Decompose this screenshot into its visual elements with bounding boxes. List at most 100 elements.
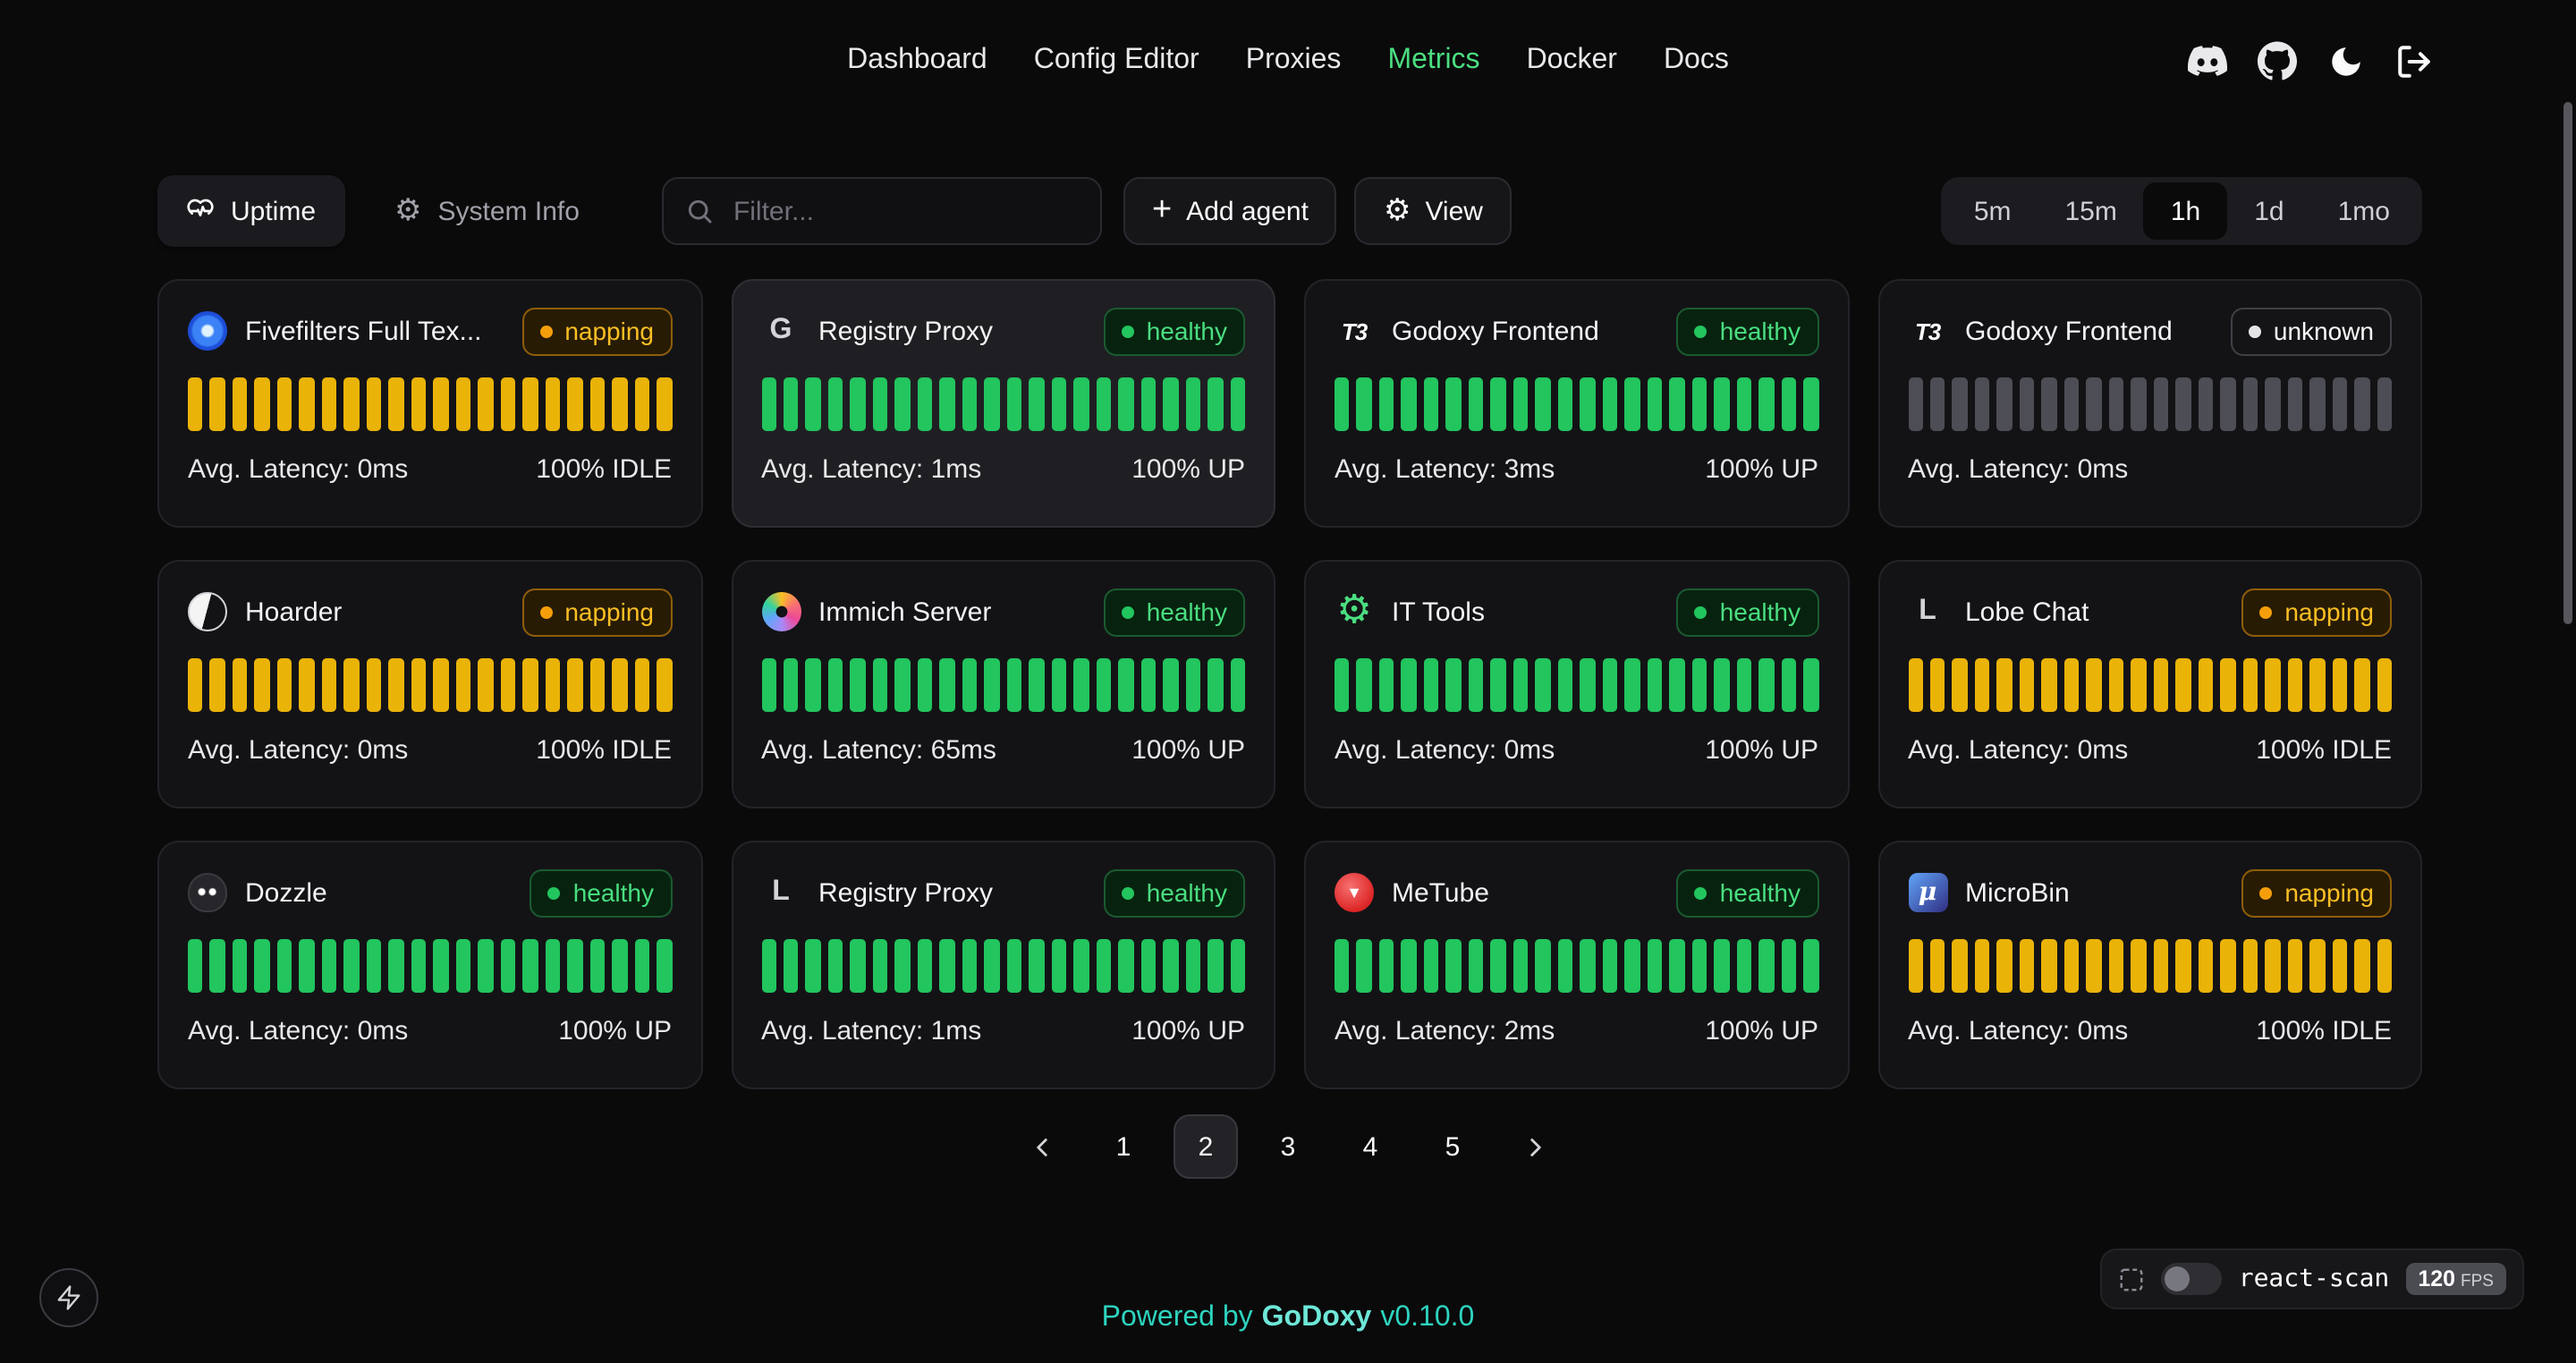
- uptime-bar: [1758, 939, 1774, 993]
- uptime-bar: [367, 377, 382, 431]
- status-text: healthy: [1147, 317, 1227, 345]
- uptime-bar: [1975, 658, 1990, 712]
- uptime-bar: [1803, 658, 1818, 712]
- uptime-bars: [188, 658, 672, 712]
- moon-icon[interactable]: [2327, 42, 2365, 80]
- nav-item-config-editor[interactable]: Config Editor: [1034, 45, 1199, 77]
- status-text: napping: [2284, 878, 2374, 907]
- brand-link[interactable]: GoDoxy: [1262, 1302, 1372, 1333]
- uptime-bar: [2109, 377, 2124, 431]
- service-card[interactable]: μMicroBinnappingAvg. Latency: 0ms100% ID…: [1877, 841, 2422, 1089]
- service-card[interactable]: T3Godoxy FrontendunknownAvg. Latency: 0m…: [1877, 279, 2422, 528]
- uptime-bar: [985, 377, 1000, 431]
- range-5m[interactable]: 5m: [1947, 182, 2038, 240]
- uptime-bar: [277, 658, 292, 712]
- uptime-bars: [1335, 939, 1818, 993]
- tab-system-info[interactable]: ⚙ System Info: [366, 175, 608, 247]
- uptime-bar: [1119, 377, 1134, 431]
- service-card[interactable]: LRegistry ProxyhealthyAvg. Latency: 1ms1…: [731, 841, 1275, 1089]
- nav-item-docs[interactable]: Docs: [1664, 45, 1729, 77]
- prev-page-button[interactable]: [1009, 1114, 1073, 1179]
- status-badge: healthy: [1677, 588, 1818, 636]
- react-scan-toggle[interactable]: [2162, 1263, 2223, 1295]
- page-list: 12345: [1091, 1114, 1485, 1179]
- service-card[interactable]: ⚙IT ToolshealthyAvg. Latency: 0ms100% UP: [1304, 560, 1849, 808]
- nav-item-docker[interactable]: Docker: [1527, 45, 1617, 77]
- status-dot: [539, 605, 552, 618]
- view-button[interactable]: ⚙ View: [1355, 177, 1512, 245]
- uptime-bar: [300, 377, 315, 431]
- uptime-bar: [389, 658, 404, 712]
- status-badge: healthy: [1677, 307, 1818, 355]
- card-footer: Avg. Latency: 1ms100% UP: [761, 454, 1245, 485]
- uptime-bar: [1052, 658, 1067, 712]
- range-1mo[interactable]: 1mo: [2311, 182, 2417, 240]
- service-card[interactable]: HoardernappingAvg. Latency: 0ms100% IDLE: [157, 560, 702, 808]
- uptime-bar: [1513, 377, 1529, 431]
- service-card[interactable]: LLobe ChatnappingAvg. Latency: 0ms100% I…: [1877, 560, 2422, 808]
- microbin-icon: μ: [1908, 873, 1947, 912]
- uptime-bar: [1908, 658, 1923, 712]
- nav-item-metrics[interactable]: Metrics: [1387, 45, 1479, 77]
- uptime-bar: [828, 377, 843, 431]
- page-5[interactable]: 5: [1420, 1114, 1485, 1179]
- uptime-bar: [277, 939, 292, 993]
- uptime-bar: [1714, 377, 1729, 431]
- react-scan-widget: react-scan 120 FPS: [2101, 1249, 2524, 1309]
- nav-item-dashboard[interactable]: Dashboard: [847, 45, 987, 77]
- uptime-bar: [1975, 939, 1990, 993]
- nav-item-proxies[interactable]: Proxies: [1246, 45, 1342, 77]
- page-4[interactable]: 4: [1338, 1114, 1402, 1179]
- uptime-bar: [1357, 377, 1372, 431]
- uptime-bar: [1230, 939, 1245, 993]
- uptime-bar: [1007, 377, 1022, 431]
- page-3[interactable]: 3: [1256, 1114, 1320, 1179]
- uptime-bar: [1491, 658, 1506, 712]
- uptime-bar: [1692, 377, 1707, 431]
- status-text: healthy: [1720, 597, 1801, 626]
- uptime-bar: [501, 377, 516, 431]
- uptime-bar: [962, 377, 978, 431]
- filter-input[interactable]: [730, 194, 1079, 228]
- dozzle-icon: [188, 873, 227, 912]
- github-icon[interactable]: [2258, 41, 2297, 80]
- inspect-icon[interactable]: [2119, 1266, 2146, 1292]
- uptime-bar: [546, 658, 561, 712]
- uptime-bar: [434, 939, 449, 993]
- range-1d[interactable]: 1d: [2227, 182, 2310, 240]
- react-scan-label: react-scan: [2239, 1265, 2390, 1293]
- uptime-bars: [761, 377, 1245, 431]
- uptime-label: 100% IDLE: [2256, 735, 2392, 766]
- next-page-button[interactable]: [1503, 1114, 1567, 1179]
- range-1h[interactable]: 1h: [2144, 182, 2227, 240]
- status-badge: napping: [521, 588, 672, 636]
- logout-icon[interactable]: [2395, 42, 2433, 80]
- service-card[interactable]: ▼MeTubehealthyAvg. Latency: 2ms100% UP: [1304, 841, 1849, 1089]
- uptime-bar: [1997, 377, 2012, 431]
- uptime-bar: [806, 658, 821, 712]
- uptime-bar: [1185, 377, 1200, 431]
- service-card[interactable]: T3Godoxy FrontendhealthyAvg. Latency: 3m…: [1304, 279, 1849, 528]
- version-link[interactable]: v0.10.0: [1380, 1302, 1474, 1333]
- scrollbar[interactable]: [2563, 102, 2572, 624]
- service-card[interactable]: GRegistry ProxyhealthyAvg. Latency: 1ms1…: [731, 279, 1275, 528]
- service-card[interactable]: DozzlehealthyAvg. Latency: 0ms100% UP: [157, 841, 702, 1089]
- uptime-bar: [1140, 658, 1156, 712]
- discord-icon[interactable]: [2188, 41, 2227, 80]
- uptime-bar: [1119, 939, 1134, 993]
- latency-label: Avg. Latency: 3ms: [1335, 454, 1555, 485]
- uptime-bar: [1536, 377, 1551, 431]
- uptime-bar: [1625, 939, 1640, 993]
- service-card[interactable]: Fivefilters Full Tex...nappingAvg. Laten…: [157, 279, 702, 528]
- page-2[interactable]: 2: [1174, 1114, 1238, 1179]
- tab-uptime[interactable]: Uptime: [157, 175, 344, 247]
- uptime-bar: [1930, 939, 1945, 993]
- service-card[interactable]: Immich ServerhealthyAvg. Latency: 65ms10…: [731, 560, 1275, 808]
- page-1[interactable]: 1: [1091, 1114, 1156, 1179]
- range-15m[interactable]: 15m: [2038, 182, 2144, 240]
- add-agent-button[interactable]: + Add agent: [1123, 177, 1337, 245]
- uptime-bar: [851, 939, 866, 993]
- uptime-bar: [2354, 377, 2369, 431]
- uptime-bar: [1580, 658, 1596, 712]
- uptime-bar: [1097, 658, 1112, 712]
